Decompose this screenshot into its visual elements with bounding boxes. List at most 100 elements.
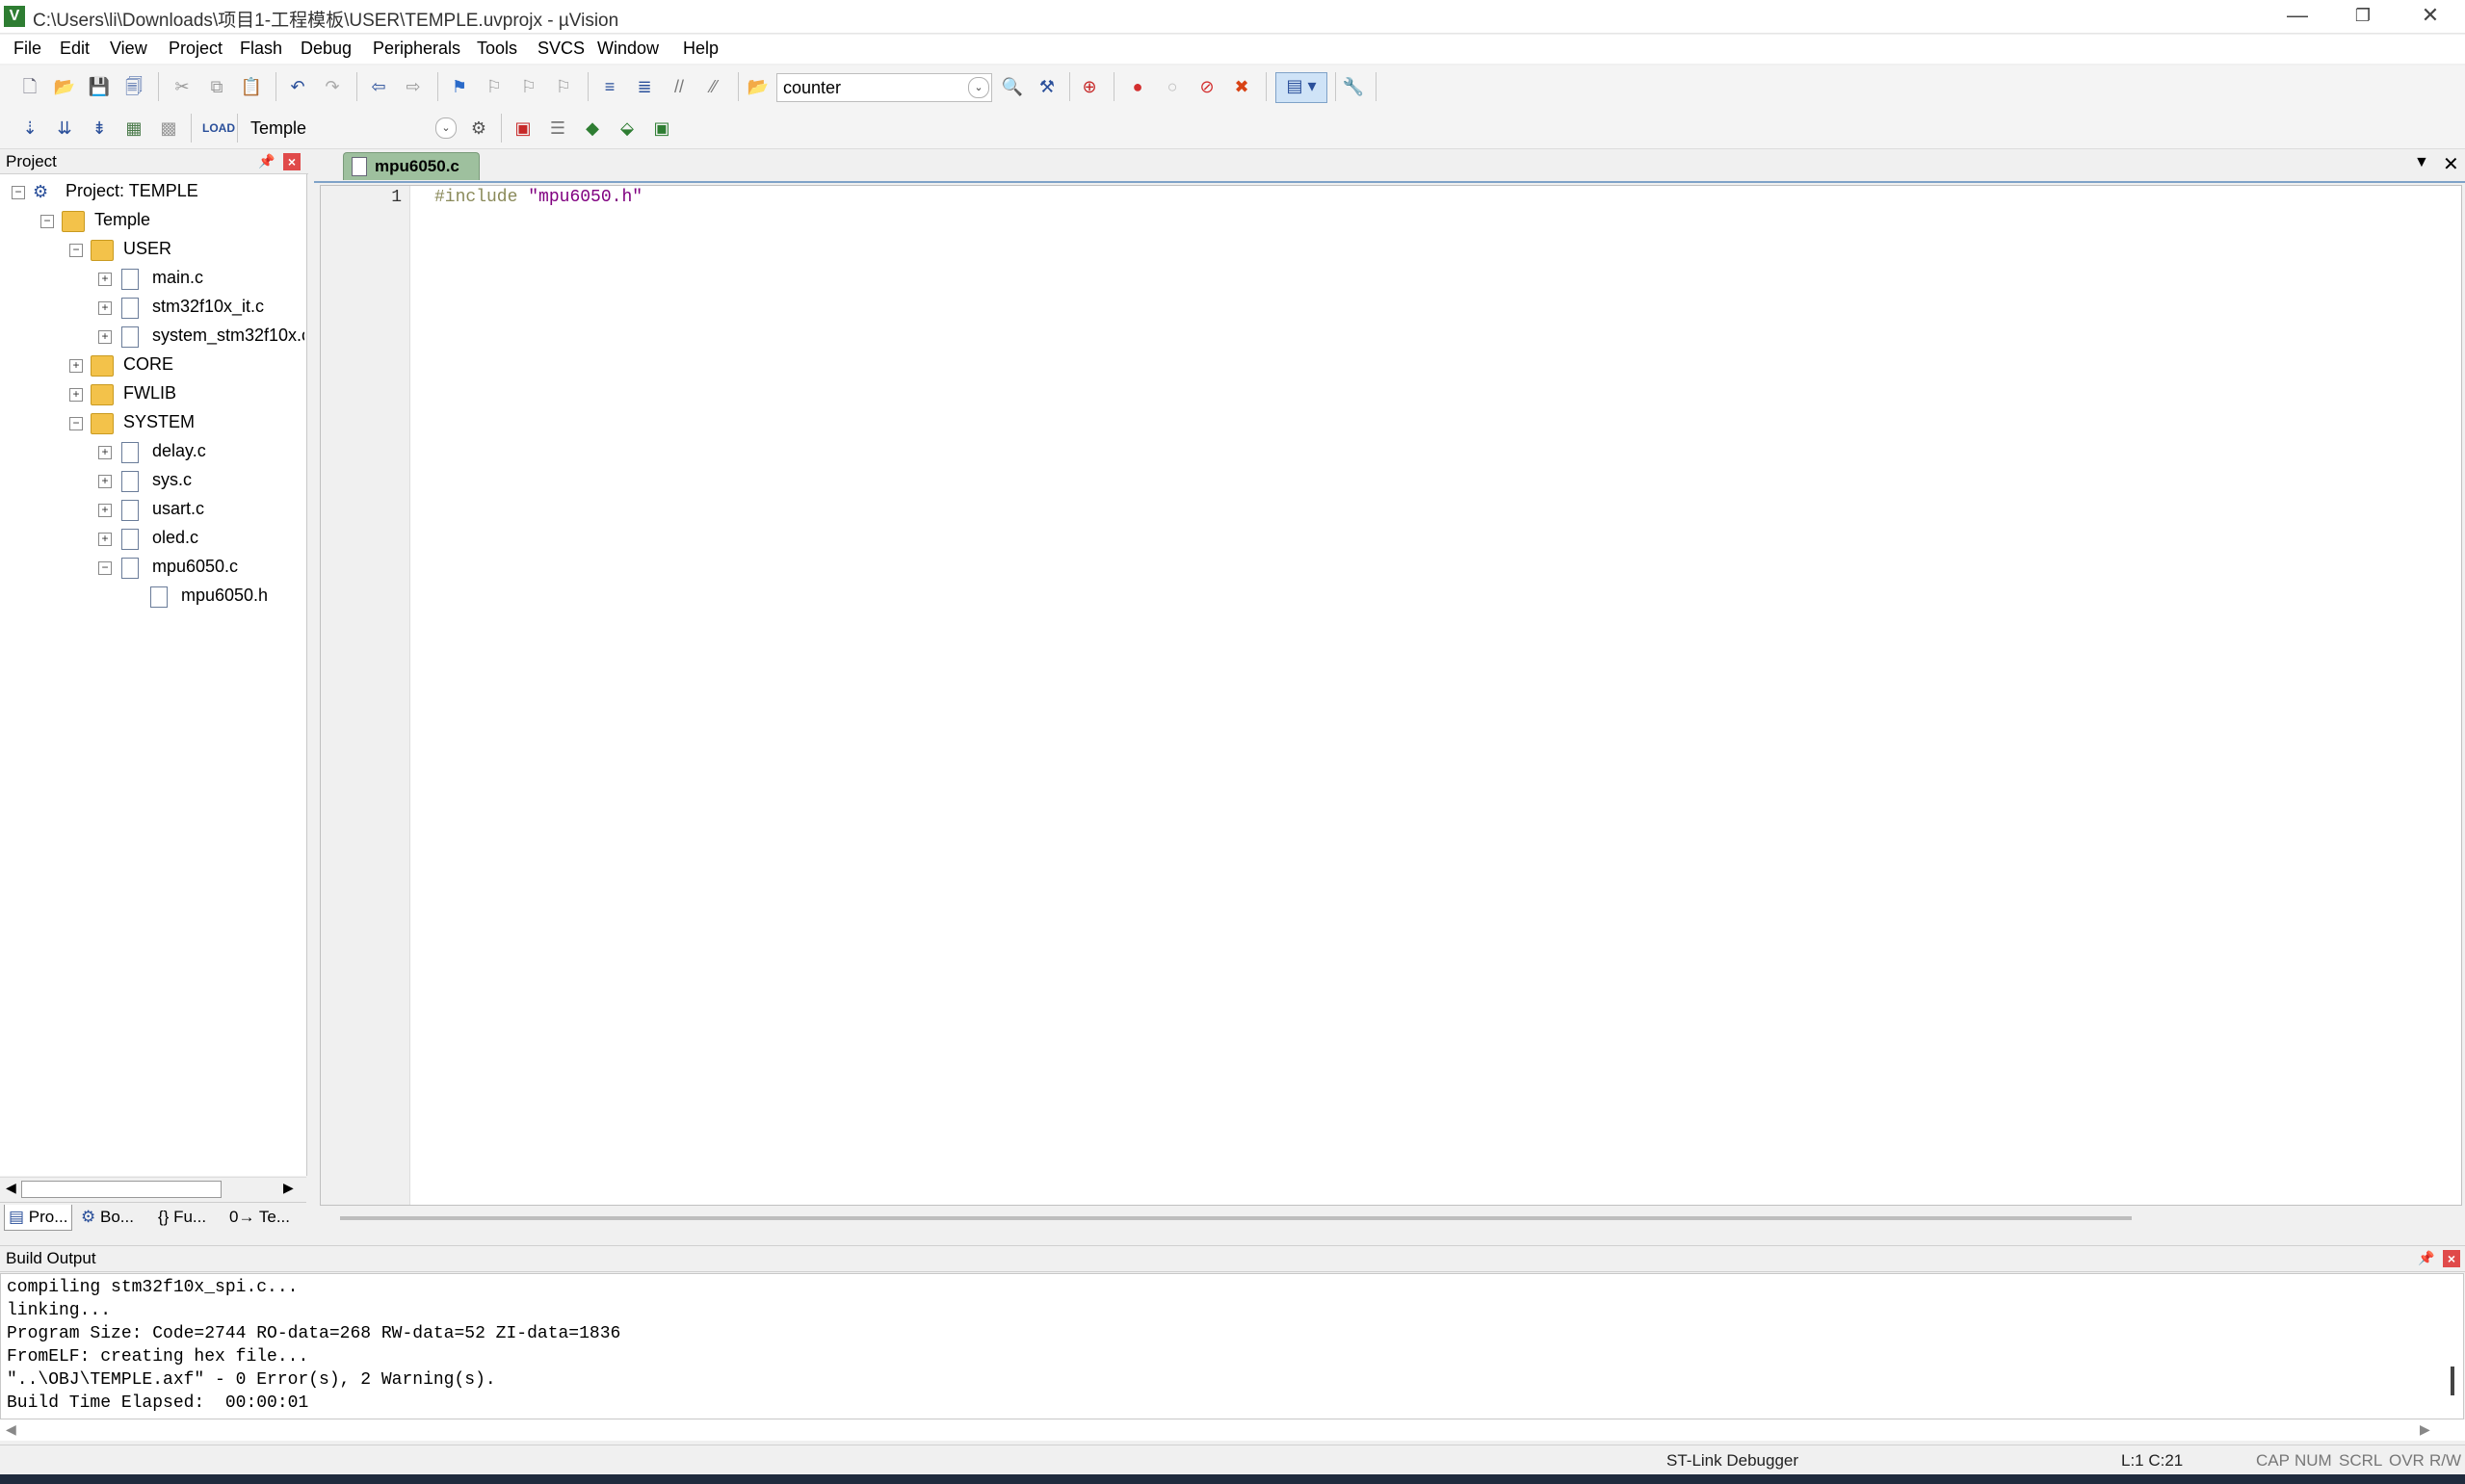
insert-breakpoint-icon[interactable]: ● <box>1125 74 1150 99</box>
enable-breakpoint-icon[interactable]: ○ <box>1160 74 1185 99</box>
redo-icon[interactable]: ↷ <box>320 74 345 99</box>
project-horizontal-scrollbar[interactable]: ◀ ▶ <box>0 1177 306 1199</box>
scrollbar-thumb[interactable] <box>21 1181 222 1198</box>
unindent-icon[interactable]: ≣ <box>632 74 657 99</box>
pack-installer-icon[interactable]: ⬙ <box>615 116 640 141</box>
software-components-icon[interactable]: ▣ <box>649 116 674 141</box>
save-icon[interactable]: 💾 <box>87 74 112 99</box>
bookmark-next-icon[interactable]: ⚐ <box>516 74 541 99</box>
tree-file-sys-c[interactable]: + sys.c <box>98 469 304 496</box>
build-icon[interactable]: ⇊ <box>52 116 77 141</box>
tree-file-mpu6050-h[interactable]: mpu6050.h <box>127 585 304 612</box>
collapse-icon[interactable]: − <box>69 417 83 430</box>
batch-build-icon[interactable]: ▦ <box>121 116 146 141</box>
incremental-find-icon[interactable]: ⚒ <box>1035 74 1060 99</box>
tab-templates[interactable]: 0→ Te... <box>225 1205 294 1230</box>
uncomment-icon[interactable]: ⁄⁄ <box>701 74 726 99</box>
menu-window[interactable]: Window <box>597 39 659 59</box>
save-all-icon[interactable]: 🗐 <box>121 74 146 99</box>
menu-project[interactable]: Project <box>169 39 223 59</box>
open-file-icon[interactable]: 📂 <box>52 74 77 99</box>
target-options-icon[interactable]: ⚙ <box>466 116 491 141</box>
undo-icon[interactable]: ↶ <box>285 74 310 99</box>
expand-icon[interactable]: + <box>69 388 83 402</box>
manage-project-items-icon[interactable]: ▣ <box>511 116 536 141</box>
collapse-icon[interactable]: − <box>12 186 25 199</box>
navigate-back-icon[interactable]: ⇦ <box>366 74 391 99</box>
expand-icon[interactable]: + <box>98 504 112 517</box>
window-layout-icon[interactable]: ▤ ▾ <box>1275 72 1327 103</box>
menu-svcs[interactable]: SVCS <box>538 39 585 59</box>
navigate-forward-icon[interactable]: ⇨ <box>401 74 426 99</box>
minimize-button[interactable]: — <box>2264 0 2331 33</box>
vertical-scrollbar-thumb[interactable] <box>2451 1367 2454 1395</box>
bookmark-prev-icon[interactable]: ⚐ <box>482 74 507 99</box>
expand-icon[interactable]: + <box>98 475 112 488</box>
tree-group-core[interactable]: + CORE <box>69 353 301 380</box>
comment-icon[interactable]: // <box>667 74 692 99</box>
bookmark-clear-icon[interactable]: ⚐ <box>551 74 576 99</box>
tab-books[interactable]: ⚙ Bo... <box>77 1205 138 1230</box>
close-editor-tab-icon[interactable]: ✕ <box>2443 152 2459 176</box>
scroll-left-icon[interactable]: ◀ <box>6 1180 16 1196</box>
code-line-1[interactable]: #include "mpu6050.h" <box>434 188 642 207</box>
menu-edit[interactable]: Edit <box>60 39 90 59</box>
editor-tab-mpu6050-c[interactable]: mpu6050.c <box>343 152 480 180</box>
collapse-icon[interactable]: − <box>40 215 54 228</box>
code-editor[interactable]: 1 #include "mpu6050.h" <box>320 185 2462 1220</box>
tree-node-target-temple[interactable]: − Temple <box>40 209 301 236</box>
disable-all-breakpoints-icon[interactable]: ⊘ <box>1194 74 1219 99</box>
configure-wrench-icon[interactable]: 🔧 <box>1341 74 1366 99</box>
bookmark-toggle-icon[interactable]: ⚑ <box>447 74 472 99</box>
tree-file-stm32f10x-it-c[interactable]: + stm32f10x_it.c <box>98 296 304 323</box>
start-debug-icon[interactable]: ⊕ <box>1077 74 1102 99</box>
pin-icon[interactable]: 📌 <box>258 153 275 169</box>
paste-icon[interactable]: 📋 <box>239 74 264 99</box>
expand-icon[interactable]: + <box>98 273 112 286</box>
tree-group-fwlib[interactable]: + FWLIB <box>69 382 301 409</box>
manage-runtime-env-icon[interactable]: ◆ <box>580 116 605 141</box>
cut-icon[interactable]: ✂ <box>170 74 195 99</box>
find-icon[interactable]: 🔍 <box>1000 74 1025 99</box>
menu-help[interactable]: Help <box>683 39 719 59</box>
stop-build-icon[interactable]: ▩ <box>156 116 181 141</box>
tree-file-main-c[interactable]: + main.c <box>98 267 304 294</box>
scroll-right-icon[interactable]: ▶ <box>2420 1421 2430 1438</box>
tab-functions[interactable]: {} Fu... <box>154 1205 210 1230</box>
tree-file-delay-c[interactable]: + delay.c <box>98 440 304 467</box>
expand-icon[interactable]: + <box>98 330 112 344</box>
menu-view[interactable]: View <box>110 39 147 59</box>
tree-file-mpu6050-c[interactable]: − mpu6050.c <box>98 556 304 583</box>
select-packs-icon[interactable]: ☰ <box>545 116 570 141</box>
kill-all-breakpoints-icon[interactable]: ✖ <box>1229 74 1254 99</box>
build-output-horizontal-scrollbar[interactable]: ◀ ▶ <box>0 1419 2465 1441</box>
pin-icon[interactable]: 📌 <box>2418 1250 2434 1266</box>
close-icon[interactable]: × <box>2443 1250 2460 1267</box>
menu-file[interactable]: File <box>13 39 41 59</box>
rebuild-icon[interactable]: ⇟ <box>87 116 112 141</box>
restore-button[interactable]: ❐ <box>2329 0 2397 33</box>
new-file-icon[interactable]: 🗋 <box>17 74 42 99</box>
tree-group-user[interactable]: − USER <box>69 238 301 265</box>
close-window-button[interactable]: ✕ <box>2397 0 2464 33</box>
chevron-down-icon[interactable]: ⌄ <box>435 117 457 139</box>
menu-debug[interactable]: Debug <box>301 39 352 59</box>
expand-icon[interactable]: + <box>98 446 112 459</box>
target-combo[interactable]: Temple ⌄ <box>245 115 459 142</box>
tab-list-dropdown-icon[interactable]: ▼ <box>2414 154 2429 171</box>
tab-project[interactable]: ▤ Pro... <box>4 1205 73 1231</box>
chevron-down-icon[interactable]: ⌄ <box>968 77 989 98</box>
copy-icon[interactable]: ⧉ <box>204 74 229 99</box>
expand-icon[interactable]: + <box>98 301 112 315</box>
menu-flash[interactable]: Flash <box>240 39 282 59</box>
close-icon[interactable]: × <box>283 153 301 170</box>
expand-icon[interactable]: + <box>98 533 112 546</box>
menu-tools[interactable]: Tools <box>477 39 517 59</box>
expand-icon[interactable]: + <box>69 359 83 373</box>
collapse-icon[interactable]: − <box>98 561 112 575</box>
download-load-icon[interactable]: LOAD <box>202 116 235 141</box>
menu-peripherals[interactable]: Peripherals <box>373 39 460 59</box>
build-output-log[interactable]: compiling stm32f10x_spi.c... linking... … <box>0 1273 2464 1419</box>
tree-file-usart-c[interactable]: + usart.c <box>98 498 304 525</box>
indent-icon[interactable]: ≡ <box>597 74 622 99</box>
